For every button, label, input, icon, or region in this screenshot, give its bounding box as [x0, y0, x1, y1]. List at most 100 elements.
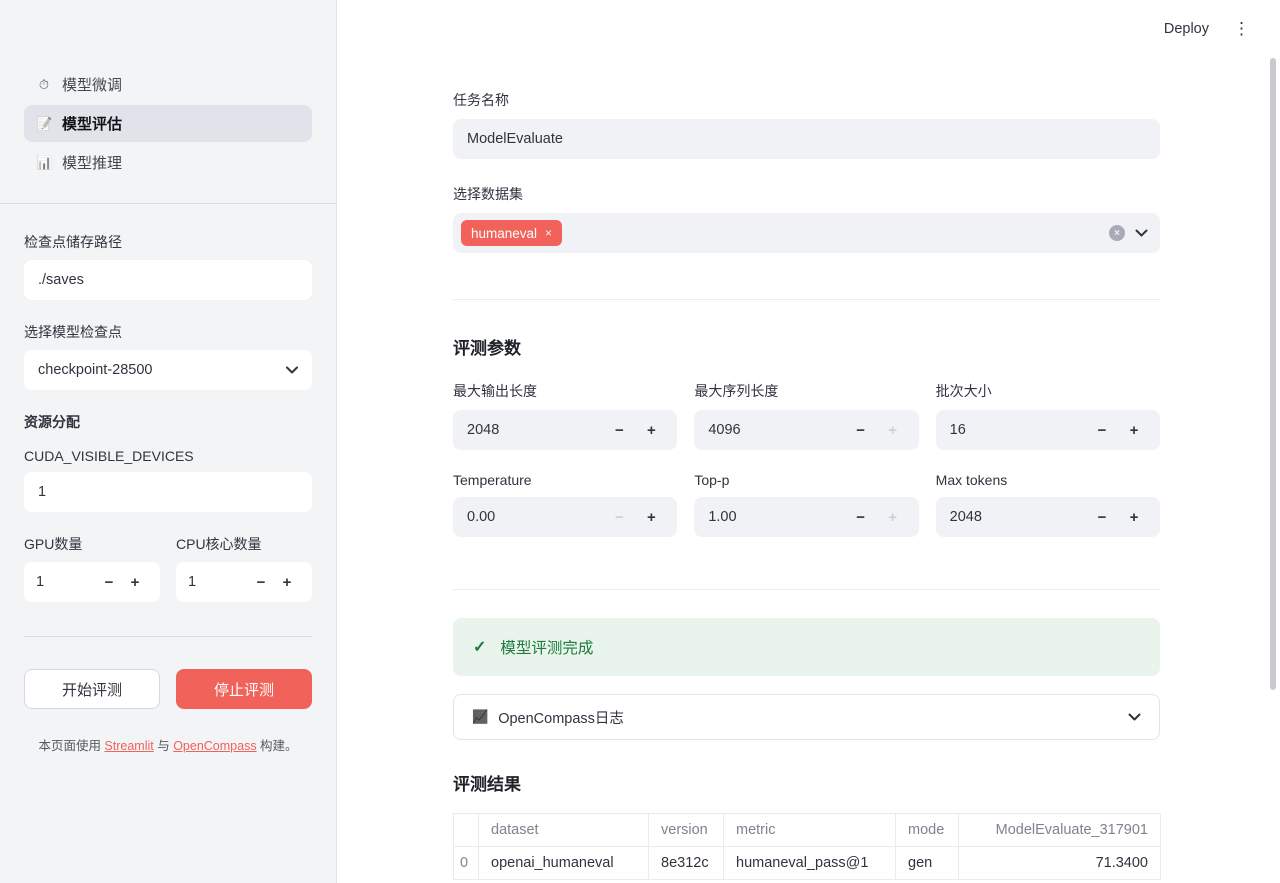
memo-icon: 📝	[36, 116, 52, 132]
minus-button[interactable]: −	[845, 509, 877, 526]
param-field: Top-p 1.00 − +	[694, 472, 918, 537]
max-seq-length-input[interactable]: 4096 − +	[694, 410, 918, 450]
app-toolbar: Deploy ⋮	[1164, 20, 1250, 37]
checkpoint-select-value: checkpoint-28500	[38, 362, 152, 378]
chevron-down-icon	[1128, 713, 1141, 721]
plus-button[interactable]: +	[877, 422, 909, 439]
task-name-label: 任务名称	[453, 90, 1160, 110]
nav-item-model-evaluate[interactable]: 📝 模型评估	[24, 105, 312, 142]
section-divider	[453, 589, 1160, 590]
task-name-input[interactable]	[453, 119, 1160, 159]
start-evaluation-button[interactable]: 开始评测	[24, 669, 160, 709]
dataset-select-label: 选择数据集	[453, 184, 1160, 204]
action-buttons: 开始评测 停止评测	[24, 669, 312, 709]
streamlit-link[interactable]: Streamlit	[104, 739, 153, 753]
dataset-multiselect[interactable]: humaneval × ×	[453, 213, 1160, 253]
param-field: 最大序列长度 4096 − +	[694, 381, 918, 450]
param-value: 4096	[708, 422, 844, 438]
resources-heading: 资源分配	[24, 412, 312, 432]
minus-button[interactable]: −	[603, 509, 635, 526]
bar-chart-icon: 📊	[36, 155, 52, 171]
cuda-devices-label: CUDA_VISIBLE_DEVICES	[24, 448, 312, 464]
success-message: 模型评测完成	[500, 636, 593, 658]
plus-button[interactable]: +	[1118, 509, 1150, 526]
chevron-down-icon[interactable]	[1135, 229, 1148, 237]
dataset-tag-humaneval: humaneval ×	[461, 220, 562, 246]
gpu-count-value: 1	[36, 574, 96, 590]
checkpoint-select[interactable]: checkpoint-28500	[24, 350, 312, 390]
results-heading: 评测结果	[453, 770, 1160, 795]
dataset-select-group: 选择数据集 humaneval × ×	[453, 184, 1160, 253]
clear-all-icon[interactable]: ×	[1109, 225, 1125, 241]
col-version[interactable]: version	[649, 814, 724, 847]
col-score[interactable]: ModelEvaluate_317901	[959, 814, 1161, 847]
cell-version: 8e312c	[649, 847, 724, 880]
gpu-minus-button[interactable]: −	[96, 574, 122, 591]
minus-button[interactable]: −	[845, 422, 877, 439]
plus-button[interactable]: +	[635, 509, 667, 526]
kebab-menu-icon[interactable]: ⋮	[1233, 20, 1250, 37]
cpu-count-stepper[interactable]: 1 − +	[176, 562, 312, 602]
param-field: 批次大小 16 − +	[936, 381, 1160, 450]
table-header-row: dataset version metric mode ModelEvaluat…	[454, 814, 1161, 847]
cpu-count-value: 1	[188, 574, 248, 590]
nav-item-label: 模型评估	[62, 113, 122, 134]
cpu-count-label: CPU核心数量	[176, 534, 312, 554]
param-value: 2048	[467, 422, 603, 438]
max-tokens-input[interactable]: 2048 − +	[936, 497, 1160, 537]
footer-text: 与	[154, 739, 173, 753]
param-value: 0.00	[467, 509, 603, 525]
multiselect-controls: ×	[1109, 225, 1148, 241]
check-icon: ✓	[473, 637, 486, 657]
param-value: 1.00	[708, 509, 844, 525]
section-divider	[453, 299, 1160, 300]
col-dataset[interactable]: dataset	[479, 814, 649, 847]
param-value: 2048	[950, 509, 1086, 525]
opencompass-log-expander[interactable]: 📈 OpenCompass日志	[453, 694, 1160, 740]
minus-button[interactable]: −	[603, 422, 635, 439]
plus-button[interactable]: +	[877, 509, 909, 526]
checkpoint-path-input[interactable]	[24, 260, 312, 300]
cpu-minus-button[interactable]: −	[248, 574, 274, 591]
col-index	[454, 814, 479, 847]
param-label: 最大输出长度	[453, 381, 677, 401]
param-value: 16	[950, 422, 1086, 438]
cell-score: 71.3400	[959, 847, 1161, 880]
gpu-plus-button[interactable]: +	[122, 574, 148, 591]
batch-size-input[interactable]: 16 − +	[936, 410, 1160, 450]
gpu-count-stepper[interactable]: 1 − +	[24, 562, 160, 602]
sidebar-divider	[24, 636, 312, 637]
stop-evaluation-button[interactable]: 停止评测	[176, 669, 312, 709]
tag-close-icon[interactable]: ×	[545, 226, 552, 240]
col-metric[interactable]: metric	[724, 814, 896, 847]
sidebar: ⏱ 模型微调 📝 模型评估 📊 模型推理 检查点储存路径 选择模型检查点 che…	[0, 0, 337, 883]
col-mode[interactable]: mode	[896, 814, 959, 847]
temperature-input[interactable]: 0.00 − +	[453, 497, 677, 537]
minus-button[interactable]: −	[1086, 509, 1118, 526]
deploy-button[interactable]: Deploy	[1164, 21, 1209, 37]
stopwatch-icon: ⏱	[36, 77, 52, 93]
param-label: 批次大小	[936, 381, 1160, 401]
nav-item-model-finetune[interactable]: ⏱ 模型微调	[24, 66, 312, 103]
scrollbar-thumb[interactable]	[1270, 58, 1276, 690]
top-p-input[interactable]: 1.00 − +	[694, 497, 918, 537]
dataset-tag-label: humaneval	[471, 226, 537, 241]
cuda-devices-input[interactable]	[24, 472, 312, 512]
footer-text: 构建。	[257, 739, 298, 753]
plus-button[interactable]: +	[635, 422, 667, 439]
max-output-length-input[interactable]: 2048 − +	[453, 410, 677, 450]
sidebar-form: 检查点储存路径 选择模型检查点 checkpoint-28500 资源分配 CU…	[24, 204, 312, 754]
footer-text: 本页面使用	[38, 739, 104, 753]
nav-item-label: 模型微调	[62, 74, 122, 95]
plus-button[interactable]: +	[1118, 422, 1150, 439]
gpu-cpu-row: GPU数量 1 − + CPU核心数量 1 − +	[24, 534, 312, 602]
table-row: 0 openai_humaneval 8e312c humaneval_pass…	[454, 847, 1161, 880]
nav-item-model-inference[interactable]: 📊 模型推理	[24, 144, 312, 181]
gpu-count-label: GPU数量	[24, 534, 160, 554]
minus-button[interactable]: −	[1086, 422, 1118, 439]
cell-dataset: openai_humaneval	[479, 847, 649, 880]
cpu-plus-button[interactable]: +	[274, 574, 300, 591]
chevron-down-icon	[286, 366, 298, 374]
opencompass-link[interactable]: OpenCompass	[173, 739, 256, 753]
sidebar-footer: 本页面使用 Streamlit 与 OpenCompass 构建。	[24, 735, 312, 754]
